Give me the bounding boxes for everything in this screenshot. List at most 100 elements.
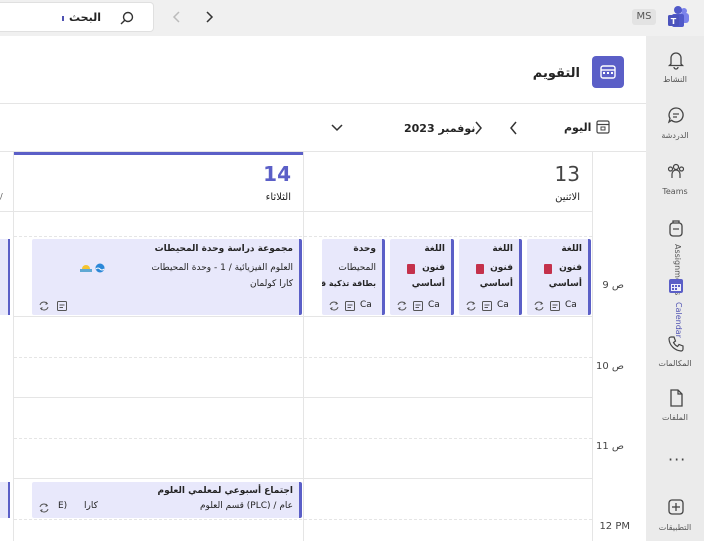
calendar-toolbar: اليوم نوفمبر 2023 [0, 104, 646, 152]
event-subtitle: العلوم الفيزيائية / 1 - وحدة المحيطات [151, 263, 293, 273]
event-title: اللغة [561, 244, 582, 254]
chat-icon [667, 107, 684, 124]
half-hour-line [14, 236, 592, 237]
event-footer: Ca [326, 300, 382, 312]
rail-label-apps: التطبيقات [658, 523, 692, 532]
bell-icon [667, 52, 685, 70]
beach-icon [80, 265, 92, 272]
time-label: 10 ص [596, 361, 624, 372]
event-card[interactable]: مجموعة دراسة وحدة المحيطات العلوم الفيزي… [32, 239, 302, 315]
add-apps-icon [668, 499, 684, 515]
notes-icon [550, 301, 560, 311]
rail-label-teams: Teams [662, 187, 688, 196]
hour-line [14, 478, 592, 479]
book-icon [544, 264, 552, 274]
recurring-icon [39, 301, 49, 311]
calendar-header: التقويم [0, 36, 646, 104]
event-title: اللغة [492, 244, 513, 254]
today-label: اليوم [564, 121, 592, 134]
month-label[interactable]: نوفمبر 2023 [404, 122, 475, 135]
page-title: التقويم [532, 66, 580, 81]
rail-item-teams[interactable]: Teams [646, 162, 704, 214]
notes-icon [413, 301, 423, 311]
book-icon [407, 264, 415, 274]
rail-item-apps[interactable]: التطبيقات [646, 498, 704, 541]
time-label: 11 ص [596, 441, 624, 452]
chevron-down-icon[interactable] [330, 123, 344, 133]
wave-icon [95, 263, 105, 273]
event-detail: كارا كولمان [250, 279, 293, 289]
account-badge[interactable]: MS [632, 9, 656, 25]
event-subtitle: فنون [559, 263, 582, 273]
file-icon [670, 389, 683, 407]
teams-logo-icon: T [668, 6, 689, 27]
app-rail: النشاط الدردشة Teams Assignments Calenda… [646, 36, 704, 541]
half-hour-line [14, 519, 592, 520]
rail-item-activity[interactable]: النشاط [646, 50, 704, 102]
event-footer-text: Ca [497, 300, 509, 310]
event-footer: Ca [463, 300, 519, 312]
back-arrow-icon[interactable] [170, 9, 184, 25]
notes-icon [482, 301, 492, 311]
partial-event-card[interactable] [0, 482, 10, 518]
search-box[interactable]: البحث [0, 2, 154, 32]
title-bar: البحث MS T [0, 0, 704, 36]
rail-item-assignments[interactable]: Assignments [646, 218, 704, 295]
rail-item-calendar[interactable]: Calendar [646, 276, 704, 338]
today-button[interactable]: اليوم [564, 118, 616, 138]
rail-label-files: الملفات [662, 413, 688, 422]
event-detail: بطاقة تذكية قطبية [322, 279, 376, 288]
event-title: اجتماع أسبوعي لمعلمي العلوم [157, 486, 293, 496]
svg-text:T: T [671, 17, 677, 26]
half-hour-line [14, 357, 592, 358]
teams-icon [667, 163, 685, 178]
event-card[interactable]: اللغة فنون أساسي Ca [459, 239, 522, 315]
event-detail: أساسي [479, 279, 513, 289]
half-hour-line [14, 438, 592, 439]
more-apps-icon[interactable]: ··· [668, 450, 686, 469]
rail-label-calendar: Calendar [674, 302, 683, 338]
event-card[interactable]: وحدة المحيطات بطاقة تذكية قطبية Ca [322, 239, 385, 315]
event-subtitle: فنون [422, 263, 445, 273]
search-icon [120, 11, 134, 25]
rail-label-chat: الدردشة [661, 131, 689, 140]
event-organizer-suffix: E) [58, 501, 68, 511]
forward-arrow-icon[interactable] [202, 9, 216, 25]
event-subtitle: فنون [490, 263, 513, 273]
day-name: الثلاثاء [265, 192, 291, 203]
notes-icon [345, 301, 355, 311]
calendar-app-icon [592, 56, 624, 88]
rail-item-calls[interactable]: المكالمات [646, 334, 704, 386]
day-header-tuesday[interactable]: 14 الثلاثاء [14, 152, 303, 212]
event-title: اللغة [424, 244, 445, 254]
calendar-grid: 13 الاثنين 14 الثلاثاء / 9 ص 10 ص 11 ص 1… [0, 152, 646, 541]
rail-item-files[interactable]: الملفات [646, 388, 704, 440]
notes-icon [57, 301, 67, 311]
recurring-icon [466, 301, 476, 311]
event-footer-text: Ca [428, 300, 440, 310]
event-card[interactable]: اللغة فنون أساسي Ca [390, 239, 454, 315]
next-period-arrow-icon[interactable] [508, 120, 520, 136]
event-subtitle: قسم العلوم (PLC) / عام [199, 501, 293, 511]
event-footer: Ca [394, 300, 451, 312]
event-footer-text: Ca [360, 300, 372, 310]
day-number: 14 [263, 162, 291, 186]
rail-item-chat[interactable]: الدردشة [646, 106, 704, 158]
partial-event-card[interactable] [0, 239, 10, 315]
day-header-monday[interactable]: 13 الاثنين [304, 152, 592, 212]
book-icon [476, 264, 484, 274]
event-card[interactable]: اللغة فنون أساسي Ca [527, 239, 591, 315]
search-label: البحث [69, 11, 101, 24]
recurring-icon [397, 301, 407, 311]
day-header-partial: / [0, 152, 13, 212]
rail-label-activity: النشاط [662, 75, 688, 84]
calendar-icon [669, 279, 683, 293]
event-card[interactable]: اجتماع أسبوعي لمعلمي العلوم قسم العلوم (… [32, 482, 302, 518]
day-number: 13 [554, 162, 580, 186]
phone-icon [668, 336, 684, 352]
event-detail: أساسي [548, 279, 582, 289]
text-cursor [62, 16, 64, 21]
day-name: الاثنين [555, 192, 580, 203]
event-subtitle: المحيطات [338, 263, 376, 273]
recurring-icon [39, 503, 49, 513]
